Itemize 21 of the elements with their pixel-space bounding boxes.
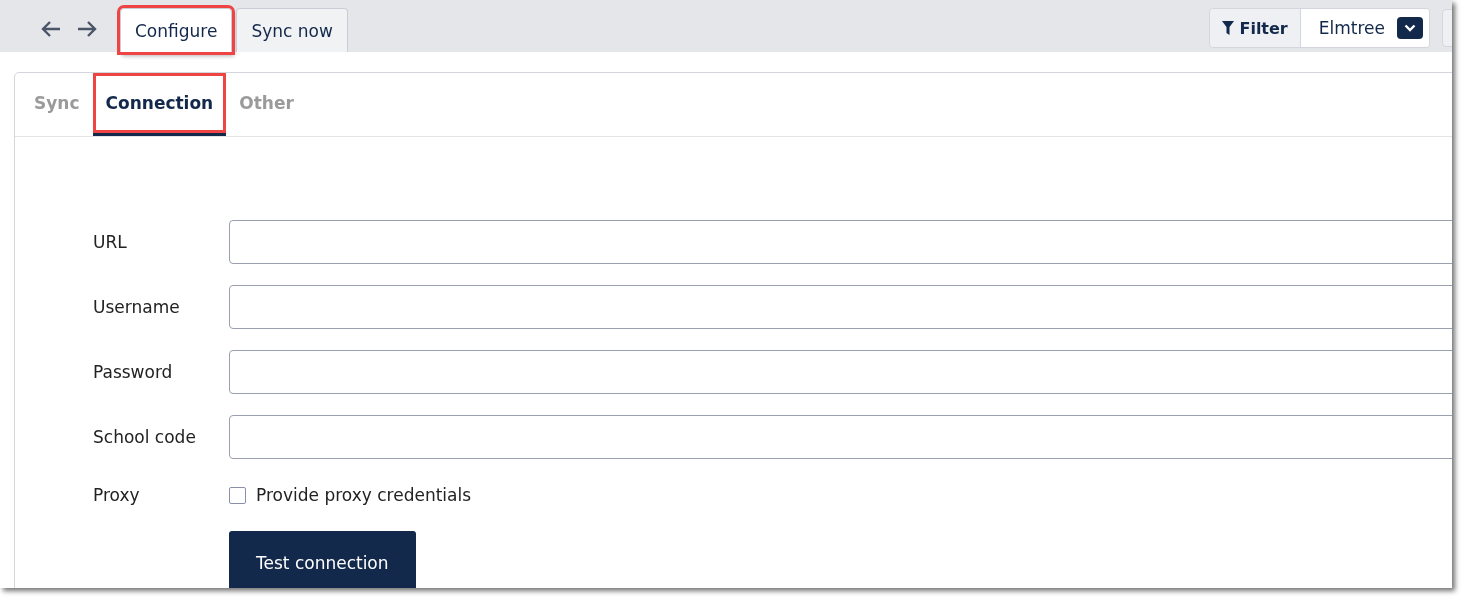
top-tab[interactable]: Sync now xyxy=(236,8,348,52)
text-field[interactable] xyxy=(229,349,1452,394)
chevron-down-icon xyxy=(1397,17,1423,39)
filter-button[interactable]: Filter xyxy=(1210,9,1301,47)
text-field[interactable] xyxy=(229,219,1452,264)
settings-tab[interactable]: Connection xyxy=(92,73,227,136)
top-tab[interactable]: Configure xyxy=(120,8,233,52)
field-label: School code xyxy=(93,426,197,447)
field-label: Proxy xyxy=(93,485,141,505)
back-arrow-icon[interactable] xyxy=(40,20,62,38)
school-dropdown[interactable]: Elmtree xyxy=(1300,9,1429,47)
field-label: Password xyxy=(93,361,174,382)
field-label: URL xyxy=(93,231,128,252)
text-field[interactable] xyxy=(229,284,1452,329)
funnel-icon xyxy=(1222,21,1235,35)
text-field[interactable] xyxy=(229,414,1452,459)
checkbox[interactable] xyxy=(229,486,246,504)
forward-arrow-icon[interactable] xyxy=(76,20,98,38)
field-label: Username xyxy=(93,296,181,317)
checkbox-label[interactable]: Provide proxy credentials xyxy=(256,485,472,505)
test-connection-button[interactable]: Test connection xyxy=(229,531,416,588)
